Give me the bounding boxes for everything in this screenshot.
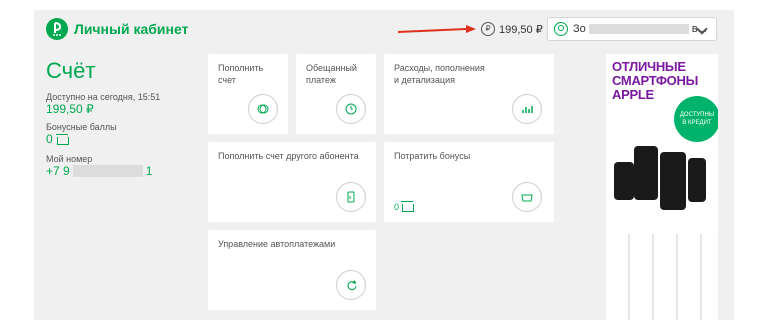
topup-card-label: Пополнить счет <box>218 63 264 85</box>
smartphone-image <box>660 152 686 210</box>
spend-bonus-label: Потратить бонусы <box>394 151 471 161</box>
bonus-value: 0 <box>46 132 53 146</box>
account-dropdown[interactable]: Зо в... <box>547 17 717 41</box>
clock-coin-icon <box>336 94 366 124</box>
account-name-start: Зо <box>573 23 586 35</box>
brand-title[interactable]: Личный кабинет <box>74 21 188 37</box>
smartphone-image <box>614 162 634 200</box>
account-summary: Счёт Доступно на сегодня, 15:51 199,50 ₽… <box>46 58 196 178</box>
user-avatar-icon <box>554 22 568 36</box>
ad-banner-apple[interactable]: ОТЛИЧНЫЕ СМАРТФОНЫ APPLE ДОСТУПНЫ В КРЕД… <box>606 54 718 234</box>
phone-number-label: Мой номер <box>46 154 93 164</box>
header-balance[interactable]: ₽ 199,50 ₽ <box>481 20 543 38</box>
topup-other-label: Пополнить счет другого абонента <box>218 151 359 161</box>
expenses-label: Расходы, пополнения и детализация <box>394 63 485 85</box>
megafon-logo-icon[interactable] <box>46 18 68 40</box>
ad-reflection <box>606 234 718 320</box>
smartphone-image <box>688 158 706 202</box>
spend-bonus-number: 0 <box>394 201 400 212</box>
phone-number-start: +7 9 <box>46 164 70 178</box>
refresh-icon <box>336 270 366 300</box>
bonus-label: Бонусные баллы <box>46 122 117 132</box>
autopay-card[interactable]: Управление автоплатежами <box>208 230 376 310</box>
spend-bonus-value: 0 <box>394 201 415 212</box>
masked-phone-digits <box>72 165 143 177</box>
coins-icon <box>248 94 278 124</box>
topup-other-card[interactable]: Пополнить счет другого абонента <box>208 142 376 222</box>
promised-payment-card[interactable]: Обещанный платеж <box>296 54 376 134</box>
header-balance-value: 199,50 ₽ <box>499 23 543 36</box>
small-basket-icon <box>401 201 415 212</box>
phone-card-icon <box>336 182 366 212</box>
phone-number: +7 9 1 <box>46 164 196 178</box>
bar-chart-icon <box>512 94 542 124</box>
smartphone-image <box>634 146 658 200</box>
basket-icon <box>55 133 69 145</box>
masked-account-name <box>588 24 689 34</box>
basket-circle-icon <box>512 182 542 212</box>
topup-card[interactable]: Пополнить счет <box>208 54 288 134</box>
ad-credit-badge: ДОСТУПНЫ В КРЕДИТ <box>674 96 718 142</box>
spend-bonus-card[interactable]: Потратить бонусы 0 <box>384 142 554 222</box>
bonus-row: 0 <box>46 132 196 146</box>
red-arrow-annotation <box>397 25 476 33</box>
page-title: Счёт <box>46 58 96 83</box>
header: Личный кабинет ₽ 199,50 ₽ Зо в... <box>34 10 734 50</box>
ruble-coin-icon: ₽ <box>481 22 495 36</box>
phone-number-end: 1 <box>145 164 153 178</box>
promised-payment-label: Обещанный платеж <box>306 63 357 85</box>
expenses-card[interactable]: Расходы, пополнения и детализация <box>384 54 554 134</box>
autopay-label: Управление автоплатежами <box>218 239 336 249</box>
available-label: Доступно на сегодня, 15:51 <box>46 92 161 102</box>
page-frame: Личный кабинет ₽ 199,50 ₽ Зо в... Счёт Д… <box>34 10 734 320</box>
available-value: 199,50 ₽ <box>46 102 94 116</box>
